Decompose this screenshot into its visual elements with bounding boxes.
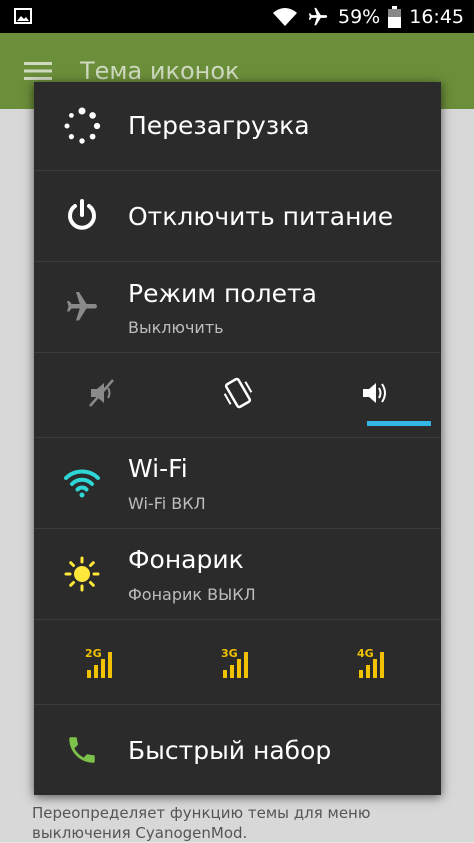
sound-mode-selector (34, 353, 441, 438)
flashlight-status: Фонарик ВЫКЛ (128, 585, 256, 604)
wifi-item[interactable]: Wi-Fi Wi-Fi ВКЛ (34, 438, 441, 529)
net-2g-label: 2G (85, 647, 102, 660)
speed-dial-item[interactable]: Быстрый набор (34, 705, 441, 795)
flashlight-item[interactable]: Фонарик Фонарик ВЫКЛ (34, 529, 441, 620)
battery-icon (388, 5, 402, 28)
signal-3g-icon: 3G (221, 647, 248, 678)
clock: 16:45 (409, 5, 464, 28)
reboot-label: Перезагрузка (128, 111, 310, 140)
speed-dial-label: Быстрый набор (128, 736, 332, 765)
vibrate-mode-button[interactable] (170, 353, 305, 437)
airplane-mode-icon (62, 287, 102, 327)
net-4g-label: 4G (357, 647, 374, 660)
airplane-mode-item[interactable]: Режим полета Выключить (34, 262, 441, 353)
airplane-icon (306, 6, 330, 28)
speaker-icon (359, 378, 389, 412)
network-3g-button[interactable]: 3G (170, 620, 305, 704)
battery-percent: 59% (338, 5, 381, 28)
airplane-mode-status: Выключить (128, 318, 224, 337)
sun-icon (62, 554, 102, 594)
silent-mode-button[interactable] (34, 353, 169, 437)
power-off-item[interactable]: Отключить питание (34, 171, 441, 262)
power-off-label: Отключить питание (128, 202, 394, 231)
power-menu-dialog: Перезагрузка Отключить питание Режим пол… (34, 82, 441, 795)
selected-mode-indicator (367, 421, 431, 426)
phone-icon (62, 730, 102, 770)
wifi-icon (272, 7, 298, 27)
image-icon (14, 8, 32, 24)
reboot-icon (62, 106, 102, 146)
signal-2g-icon: 2G (85, 647, 112, 678)
page-title: Тема иконок (80, 57, 240, 85)
wifi-icon (62, 463, 102, 503)
net-3g-label: 3G (221, 647, 238, 660)
reboot-item[interactable]: Перезагрузка (34, 82, 441, 171)
vibrate-icon (221, 375, 255, 415)
wifi-label: Wi-Fi (128, 454, 188, 483)
airplane-mode-label: Режим полета (128, 279, 317, 308)
setting-description: Переопределяет функцию темы для меню вык… (32, 804, 371, 842)
network-4g-button[interactable]: 4G (306, 620, 441, 704)
speaker-muted-icon (87, 378, 117, 412)
flashlight-label: Фонарик (128, 545, 244, 574)
signal-4g-icon: 4G (357, 647, 384, 678)
network-mode-selector: 2G 3G 4G (34, 620, 441, 705)
wifi-status: Wi-Fi ВКЛ (128, 494, 206, 513)
network-2g-button[interactable]: 2G (34, 620, 169, 704)
status-bar: 59% 16:45 (0, 0, 474, 33)
power-icon (62, 196, 102, 236)
